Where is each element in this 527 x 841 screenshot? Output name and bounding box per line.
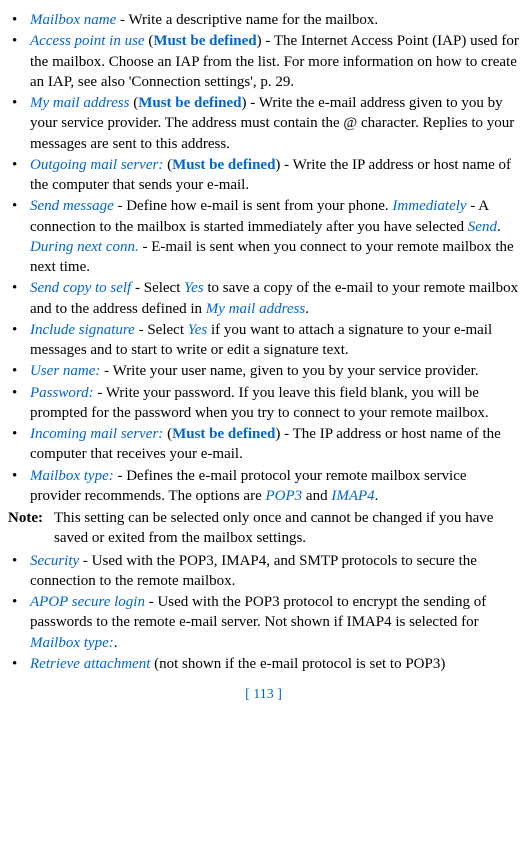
list-item: Send copy to self - Select Yes to save a… — [8, 278, 519, 319]
body-text: - Select — [135, 322, 188, 338]
option-name: User name: — [30, 363, 100, 379]
list-item: User name: - Write your user name, given… — [8, 361, 519, 381]
paren: ( — [145, 33, 154, 49]
body-text: - Used with the POP3, IMAP4, and SMTP pr… — [30, 553, 477, 589]
list-item: Include signature - Select Yes if you wa… — [8, 320, 519, 361]
option-name: Mailbox name — [30, 12, 116, 28]
must-be-defined: Must be defined — [138, 95, 241, 111]
body-text: and — [302, 488, 331, 504]
page-number: [ 113 ] — [8, 686, 519, 705]
option-name: Include signature — [30, 322, 135, 338]
body-text: - Select — [131, 280, 184, 296]
option-name: Security — [30, 553, 79, 569]
paren: ( — [163, 157, 172, 173]
body-text: - Write your user name, given to you by … — [100, 363, 478, 379]
option-name: My mail address — [30, 95, 129, 111]
option-inline: During next conn. — [30, 239, 139, 255]
option-name: Send copy to self — [30, 280, 131, 296]
body-text: . — [305, 301, 309, 317]
option-inline: Send — [468, 219, 497, 235]
body-text: - Write your password. If you leave this… — [30, 385, 489, 421]
paren: ( — [163, 426, 172, 442]
settings-list-2: Security - Used with the POP3, IMAP4, an… — [8, 551, 519, 675]
list-item: Security - Used with the POP3, IMAP4, an… — [8, 551, 519, 592]
option-inline: POP3 — [266, 488, 303, 504]
option-name: Mailbox type: — [30, 468, 114, 484]
paren: ( — [129, 95, 138, 111]
body-text: - Define how e-mail is sent from your ph… — [114, 198, 393, 214]
option-name: Retrieve attachment — [30, 656, 150, 672]
body-text: . — [114, 635, 118, 651]
option-name: Incoming mail server: — [30, 426, 163, 442]
list-item: Send message - Define how e-mail is sent… — [8, 196, 519, 277]
settings-list-1: Mailbox name - Write a descriptive name … — [8, 10, 519, 506]
option-name: Access point in use — [30, 33, 145, 49]
list-item: Access point in use (Must be defined) - … — [8, 31, 519, 92]
option-inline: My mail address — [206, 301, 305, 317]
list-item: Outgoing mail server: (Must be defined) … — [8, 155, 519, 196]
note-body: This setting can be selected only once a… — [54, 508, 519, 549]
list-item: Password: - Write your password. If you … — [8, 383, 519, 424]
body-text: - Write a descriptive name for the mailb… — [116, 12, 378, 28]
note-label: Note: — [8, 508, 54, 549]
option-name: Send message — [30, 198, 114, 214]
body-text: . — [497, 219, 501, 235]
list-item: Mailbox name - Write a descriptive name … — [8, 10, 519, 30]
must-be-defined: Must be defined — [172, 426, 275, 442]
option-inline: Immediately — [392, 198, 466, 214]
option-inline: IMAP4 — [331, 488, 374, 504]
option-name: Outgoing mail server: — [30, 157, 163, 173]
list-item: APOP secure login - Used with the POP3 p… — [8, 592, 519, 653]
option-inline: Yes — [188, 322, 207, 338]
option-name: Password: — [30, 385, 94, 401]
option-inline: Yes — [184, 280, 203, 296]
list-item: Retrieve attachment (not shown if the e-… — [8, 654, 519, 674]
must-be-defined: Must be defined — [153, 33, 256, 49]
option-inline: Mailbox type: — [30, 635, 114, 651]
list-item: Incoming mail server: (Must be defined) … — [8, 424, 519, 465]
list-item: Mailbox type: - Defines the e-mail proto… — [8, 466, 519, 507]
list-item: My mail address (Must be defined) - Writ… — [8, 93, 519, 154]
must-be-defined: Must be defined — [172, 157, 275, 173]
option-name: APOP secure login — [30, 594, 145, 610]
note-row: Note: This setting can be selected only … — [8, 508, 519, 549]
body-text: (not shown if the e-mail protocol is set… — [150, 656, 445, 672]
body-text: . — [375, 488, 379, 504]
